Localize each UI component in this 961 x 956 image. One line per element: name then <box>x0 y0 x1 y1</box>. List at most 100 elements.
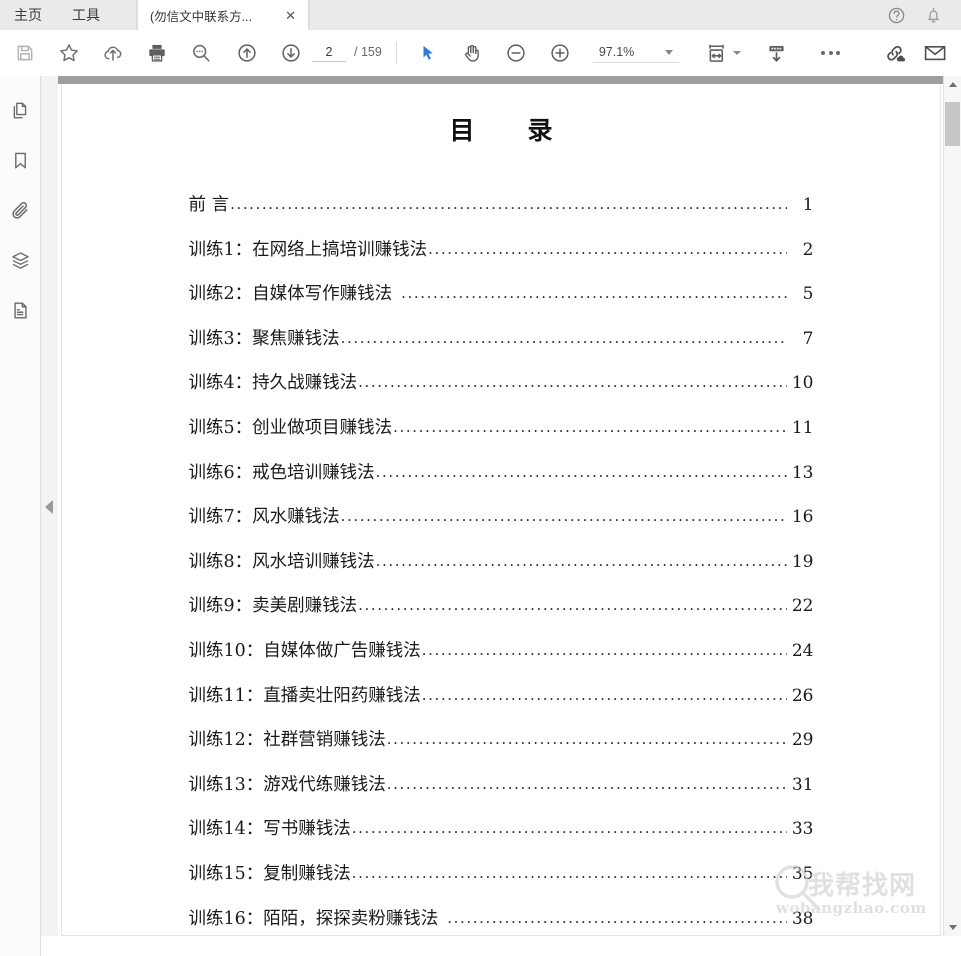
zoom-level-value: 97.1% <box>598 45 635 59</box>
toc-entry-page: 29 <box>791 730 814 751</box>
toc-entry-page: 10 <box>791 373 814 394</box>
toc-leader-dots: ........................................… <box>421 640 787 659</box>
toc-entry[interactable]: 训练2：自媒体写作赚钱法............................… <box>189 280 814 325</box>
page-total-label: / 159 <box>354 45 382 59</box>
zoom-level-selector[interactable]: 97.1% <box>592 43 679 63</box>
toc-entry[interactable]: 训练9：卖美剧赚钱法..............................… <box>189 592 814 637</box>
menu-home[interactable]: 主页 <box>0 0 58 30</box>
mail-envelope-icon[interactable] <box>915 36 955 70</box>
scroll-down-icon[interactable] <box>757 36 797 70</box>
toc-entry[interactable]: 训练5：创业做项目赚钱法............................… <box>189 414 814 459</box>
menu-home-label: 主页 <box>14 7 42 23</box>
tab-bar: 主页 工具 (勿信文中联系方... ✕ <box>0 0 961 31</box>
fit-mode-chevron-down-icon[interactable] <box>732 51 741 55</box>
watermark-text: 我帮找网 <box>808 871 917 901</box>
toc-entry-label: 训练15：复制赚钱法 <box>188 863 351 884</box>
fit-page-width-icon[interactable] <box>697 36 737 70</box>
tabbar-right-actions <box>877 0 961 30</box>
vertical-scrollbar[interactable] <box>943 76 961 936</box>
toc-entry[interactable]: 训练14：写书赚钱法..............................… <box>189 815 814 860</box>
arrow-down-circle-icon[interactable] <box>274 36 308 70</box>
toc-leader-dots: ........................................… <box>386 774 787 793</box>
toc-entry[interactable]: 训练15：复制赚钱法..............................… <box>189 860 814 905</box>
sidebar-item-bookmarks[interactable] <box>5 146 35 174</box>
document-tab[interactable]: (勿信文中联系方... ✕ <box>137 0 309 30</box>
toc-leader-dots: ........................................… <box>375 551 787 570</box>
toc-entry-label: 训练3：聚焦赚钱法 <box>188 328 340 349</box>
side-rail <box>0 76 41 956</box>
toc-entry[interactable]: 训练13：游戏代练赚钱法............................… <box>189 771 814 816</box>
document-viewer[interactable]: 目 录 前 言.................................… <box>58 76 944 936</box>
toc-entry-label: 训练13：游戏代练赚钱法 <box>188 774 386 795</box>
arrow-up-circle-icon[interactable] <box>230 36 264 70</box>
toc-entry[interactable]: 训练4：持久战赚钱法..............................… <box>189 369 814 414</box>
toc-entry-label: 训练9：卖美剧赚钱法 <box>188 596 358 617</box>
sidebar-item-content[interactable] <box>5 296 35 324</box>
chevron-down-icon[interactable] <box>664 49 673 55</box>
hand-pan-icon[interactable] <box>455 36 489 70</box>
toc-leader-dots: ........................................… <box>358 596 786 615</box>
scroll-up-button[interactable] <box>944 76 961 93</box>
toc-entry-page: 31 <box>791 774 814 795</box>
toc-leader-dots: ........................................… <box>386 730 787 749</box>
minus-circle-icon[interactable] <box>499 36 533 70</box>
search-icon[interactable] <box>184 36 218 70</box>
toc-entry[interactable]: 训练3：聚焦赚钱法...............................… <box>189 325 814 370</box>
scroll-down-button[interactable] <box>944 919 961 936</box>
toc-entry-page: 35 <box>791 863 814 884</box>
plus-circle-icon[interactable] <box>543 36 577 70</box>
star-icon[interactable] <box>52 36 86 70</box>
toc-entry-page: 16 <box>791 507 814 528</box>
sidebar-item-layers[interactable] <box>5 246 35 274</box>
toc-entry-label: 训练2：自媒体写作赚钱法 <box>188 284 393 305</box>
print-icon[interactable] <box>140 36 174 70</box>
toc-entry-label: 训练12：社群营销赚钱法 <box>188 730 386 751</box>
toc-entry-label: 训练7：风水赚钱法 <box>188 507 340 528</box>
save-icon[interactable] <box>8 36 42 70</box>
toc-entry[interactable]: 训练6：戒色培训赚钱法.............................… <box>189 459 814 504</box>
toolbar-divider-1 <box>395 42 397 64</box>
toc-entry[interactable]: 前 言.....................................… <box>189 191 814 236</box>
toc-entry-page: 11 <box>791 417 814 438</box>
more-horizontal-icon[interactable] <box>811 36 851 70</box>
viewer-top-band <box>58 76 944 84</box>
bell-icon[interactable] <box>924 6 943 25</box>
link-cloud-icon[interactable] <box>875 36 915 70</box>
toc-leader-dots: ........................................… <box>421 685 787 704</box>
toc-entry-page: 38 <box>791 908 814 929</box>
toc-entry-label: 训练10：自媒体做广告赚钱法 <box>188 640 421 661</box>
toc-entry[interactable]: 训练1：在网络上搞培训赚钱法..........................… <box>189 236 814 281</box>
document-tab-title: (勿信文中联系方... <box>150 9 253 24</box>
current-page-input[interactable] <box>312 44 346 62</box>
scrollbar-thumb[interactable] <box>945 102 960 146</box>
toc-entry[interactable]: 训练8：风水培训赚钱法.............................… <box>189 548 814 593</box>
cursor-select-icon[interactable] <box>411 36 445 70</box>
menu-tools[interactable]: 工具 <box>58 0 120 30</box>
toc-entry-page: 13 <box>791 462 814 483</box>
toc-leader-dots: ........................................… <box>401 284 787 303</box>
toc-leader-dots: ........................................… <box>351 863 787 882</box>
toc-entry-label: 训练11：直播卖壮阳药赚钱法 <box>188 685 421 706</box>
page-title: 目 录 <box>449 116 567 145</box>
upload-cloud-icon[interactable] <box>96 36 130 70</box>
sidebar-collapse-strip[interactable] <box>41 76 59 936</box>
chevron-down-icon <box>948 925 957 930</box>
page-navigator: / 159 <box>312 44 382 62</box>
toc-entry[interactable]: 训练7：风水赚钱法...............................… <box>189 503 814 548</box>
sidebar-item-attachments[interactable] <box>5 196 35 224</box>
toc-entry-page: 7 <box>802 328 814 349</box>
toc-entry[interactable]: 训练12：社群营销赚钱法............................… <box>189 726 814 771</box>
toc-entry-label: 训练6：戒色培训赚钱法 <box>188 462 375 483</box>
pdf-reader-window: 主页 工具 (勿信文中联系方... ✕ 2 / 159 97.1% 目 录 前 … <box>0 0 961 956</box>
toc-entry-page: 5 <box>802 284 814 305</box>
help-circle-icon[interactable] <box>887 6 906 25</box>
sidebar-item-thumbnails[interactable] <box>5 96 35 124</box>
toc-entry[interactable]: 训练10：自媒体做广告赚钱法..........................… <box>189 637 814 682</box>
toc-entry[interactable]: 训练16：陌陌，探探卖粉赚钱法.........................… <box>189 905 814 936</box>
toc-entry-page: 33 <box>791 819 814 840</box>
close-icon[interactable]: ✕ <box>277 9 300 22</box>
toc-entry[interactable]: 训练11：直播卖壮阳药赚钱法..........................… <box>189 682 814 727</box>
menu-spacer <box>120 0 137 30</box>
collapse-left-arrow-icon[interactable] <box>45 500 53 514</box>
toc-entry-page: 2 <box>802 239 814 260</box>
